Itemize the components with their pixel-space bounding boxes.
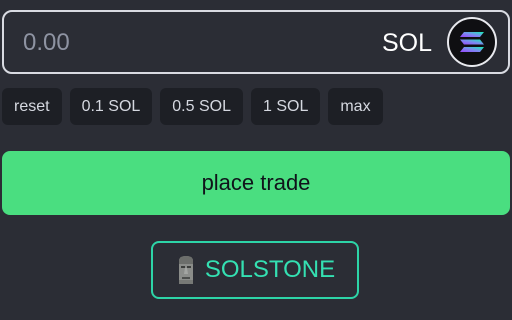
currency-label: SOL (381, 29, 432, 57)
amount-1-sol-button[interactable]: 1 SOL (250, 88, 321, 125)
amount-0-1-sol-button[interactable]: 0.1 SOL (69, 88, 153, 125)
place-trade-button[interactable]: place trade (2, 151, 510, 215)
max-button[interactable]: max (328, 88, 383, 125)
amount-field[interactable]: SOL (2, 10, 510, 74)
solana-logo-icon[interactable] (447, 17, 497, 67)
reset-button[interactable]: reset (2, 88, 62, 125)
trade-panel: SOL reset 0.1 SOL 0.5 SOL 1 SOL max p (0, 0, 512, 320)
amount-input[interactable] (23, 24, 343, 62)
solstone-label: SOLSTONE (204, 256, 336, 283)
moai-icon (178, 256, 193, 284)
amount-0-5-sol-button[interactable]: 0.5 SOL (160, 88, 243, 125)
quick-amount-row: reset 0.1 SOL 0.5 SOL 1 SOL max (2, 88, 383, 125)
solstone-button[interactable]: SOLSTONE (151, 241, 359, 299)
